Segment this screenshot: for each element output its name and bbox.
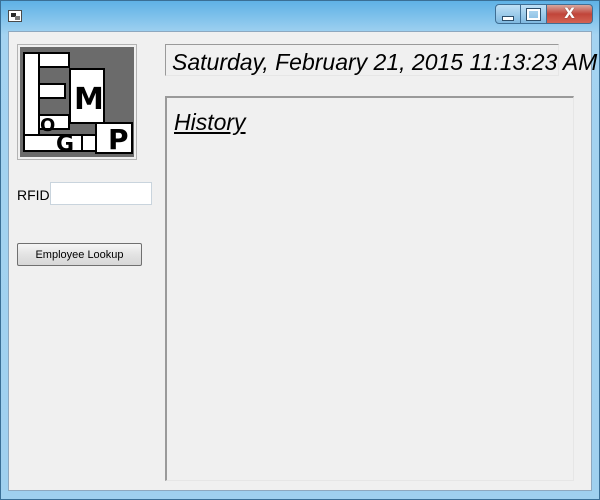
logo-letter-m: M <box>74 82 104 117</box>
datetime-text: Saturday, February 21, 2015 11:13:23 AM <box>172 49 598 75</box>
rfid-label: RFID <box>17 187 50 203</box>
minimize-button[interactable] <box>495 4 521 24</box>
logo-letter-o: O <box>40 115 55 136</box>
rfid-input[interactable] <box>50 182 152 205</box>
maximize-icon <box>526 7 541 21</box>
title-bar[interactable]: X <box>1 1 599 31</box>
app-window: X M P O G RFID Employee Lookup Saturday,… <box>0 0 600 500</box>
history-title: History <box>174 109 246 135</box>
caption-buttons: X <box>495 4 593 24</box>
maximize-button[interactable] <box>521 4 547 24</box>
client-area: M P O G RFID Employee Lookup Saturday, F… <box>8 31 597 491</box>
logo-letter-p: P <box>108 123 129 156</box>
close-icon: X <box>564 6 575 22</box>
datetime-display: Saturday, February 21, 2015 11:13:23 AM <box>165 44 597 76</box>
history-panel: History <box>165 96 574 481</box>
employee-lookup-button[interactable]: Employee Lookup <box>17 243 142 266</box>
app-icon[interactable] <box>8 10 22 22</box>
emp-log-logo: M P O G <box>20 47 134 157</box>
close-button[interactable]: X <box>547 4 593 24</box>
logo-letter-g: G <box>56 132 74 157</box>
minimize-icon <box>502 15 514 21</box>
logo: M P O G <box>17 44 137 160</box>
